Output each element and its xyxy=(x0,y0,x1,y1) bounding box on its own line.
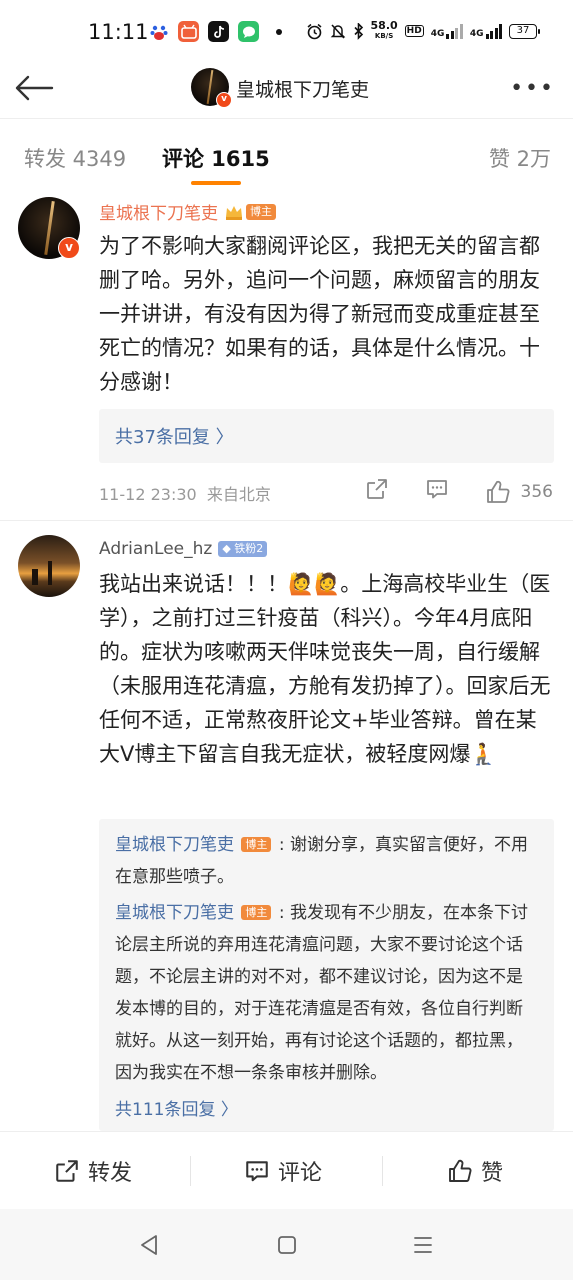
alarm-icon xyxy=(307,23,322,39)
triangle-back-icon xyxy=(141,1235,157,1255)
commenter-name[interactable]: AdrianLee_hz ◆ 铁粉2 xyxy=(99,539,268,559)
replies-box[interactable]: 共37条回复 〉 xyxy=(99,409,554,463)
comment-button[interactable]: 评论 xyxy=(244,1132,322,1210)
dot-icon xyxy=(276,28,282,35)
crown-icon xyxy=(224,203,244,221)
view-replies-link[interactable]: 共111条回复 〉 xyxy=(115,1095,538,1120)
menu-lines-icon xyxy=(414,1237,432,1253)
repost-button[interactable]: 转发 xyxy=(54,1132,132,1210)
thumbs-up-icon xyxy=(486,480,509,503)
bottom-action-bar: 转发 评论 赞 xyxy=(0,1131,573,1209)
sub-reply[interactable]: 皇城根下刀笔吏 博主 : 谢谢分享，真实留言便好，不用在意那些喷子。 xyxy=(115,829,538,893)
separator xyxy=(190,1156,191,1186)
blogger-tag: 博主 xyxy=(246,203,276,220)
separator xyxy=(382,1156,383,1186)
clock: 11:11 xyxy=(88,20,149,44)
back-arrow-icon xyxy=(15,75,54,101)
share-icon[interactable] xyxy=(365,477,389,506)
mute-icon xyxy=(330,23,345,39)
tab-repost[interactable]: 转发 4349 xyxy=(24,143,126,173)
tiktok-app-icon xyxy=(208,21,229,42)
bluetooth-icon xyxy=(353,22,363,40)
message-app-icon xyxy=(238,21,259,42)
comment-icon xyxy=(246,1161,268,1182)
like-post-button[interactable]: 赞 xyxy=(447,1132,503,1210)
notification-icons xyxy=(148,21,282,42)
more-options-button[interactable]: ••• xyxy=(510,76,555,101)
verified-badge-icon: v xyxy=(216,92,232,108)
replies-box: 皇城根下刀笔吏 博主 : 谢谢分享，真实留言便好，不用在意那些喷子。 皇城根下刀… xyxy=(99,819,554,1131)
comment-text: 为了不影响大家翻阅评论区，我把无关的留言都删了哈。另外，追问一个问题，麻烦留言的… xyxy=(99,234,540,394)
nav-back-button[interactable] xyxy=(138,1233,160,1261)
baidu-app-icon xyxy=(148,21,169,42)
like-button[interactable]: 356 xyxy=(485,479,553,505)
reply-author[interactable]: 皇城根下刀笔吏 xyxy=(115,903,234,923)
net-speed: 58.0 KB/S xyxy=(370,19,398,40)
comment-item: AdrianLee_hz ◆ 铁粉2 我站出来说话！！！🙋🙋。上海高校毕业生（医… xyxy=(0,521,573,1131)
comment-actions: 356 xyxy=(365,477,553,506)
active-tab-indicator xyxy=(191,181,241,185)
comment-item: v 皇城根下刀笔吏 博主 为了不影响大家翻阅评论区，我把无关的留言都删了哈。另外… xyxy=(0,189,573,519)
blogger-tag: 博主 xyxy=(241,905,272,920)
commenter-name[interactable]: 皇城根下刀笔吏 博主 xyxy=(99,199,276,224)
top-nav: v 皇城根下刀笔吏 ••• xyxy=(0,62,573,118)
fan-level-tag: ◆ 铁粉2 xyxy=(218,541,268,557)
tab-bar: 转发 4349 评论 1615 赞 2万 xyxy=(0,119,573,189)
reply-author[interactable]: 皇城根下刀笔吏 xyxy=(115,835,234,855)
system-nav-bar xyxy=(0,1209,573,1280)
verified-badge-icon: v xyxy=(58,237,80,259)
blogger-tag: 博主 xyxy=(241,837,272,852)
sub-reply[interactable]: 皇城根下刀笔吏 博主 : 我发现有不少朋友，在本条下讨论层主所说的弃用连花清瘟问… xyxy=(115,897,538,1089)
diamond-icon: ◆ xyxy=(222,542,231,555)
reply-text: : 我发现有不少朋友，在本条下讨论层主所说的弃用连花清瘟问题，大家不要讨论这个话… xyxy=(115,903,528,1083)
status-bar: 11:11 58.0 KB/S HD 4G 4G 37 xyxy=(0,0,573,62)
nav-home-button[interactable] xyxy=(276,1234,298,1260)
bilibili-app-icon xyxy=(178,21,199,42)
thumbs-up-icon xyxy=(449,1159,472,1182)
repost-icon xyxy=(56,1160,78,1182)
signal-2: 4G xyxy=(470,23,502,39)
battery-indicator: 37 xyxy=(509,23,540,39)
hd-badge: HD xyxy=(404,25,424,37)
tab-comments[interactable]: 评论 1615 xyxy=(162,143,270,173)
page-title[interactable]: 皇城根下刀笔吏 xyxy=(236,75,369,102)
system-indicators: 58.0 KB/S HD 4G 4G 37 xyxy=(306,19,540,41)
back-button[interactable] xyxy=(14,70,58,106)
reply-icon[interactable] xyxy=(425,477,449,506)
nav-menu-button[interactable] xyxy=(412,1234,434,1260)
tab-likes[interactable]: 赞 2万 xyxy=(489,143,551,173)
like-count: 356 xyxy=(520,481,553,502)
view-replies-link[interactable]: 共37条回复 〉 xyxy=(115,427,234,448)
commenter-avatar[interactable] xyxy=(18,535,80,597)
signal-1: 4G xyxy=(431,23,463,39)
square-home-icon xyxy=(278,1236,296,1254)
comment-text: 我站出来说话！！！🙋🙋。上海高校毕业生（医学），之前打过三针疫苗（科兴）。今年4… xyxy=(99,572,551,766)
comment-meta: 11-12 23:30 来自北京 xyxy=(99,485,271,504)
